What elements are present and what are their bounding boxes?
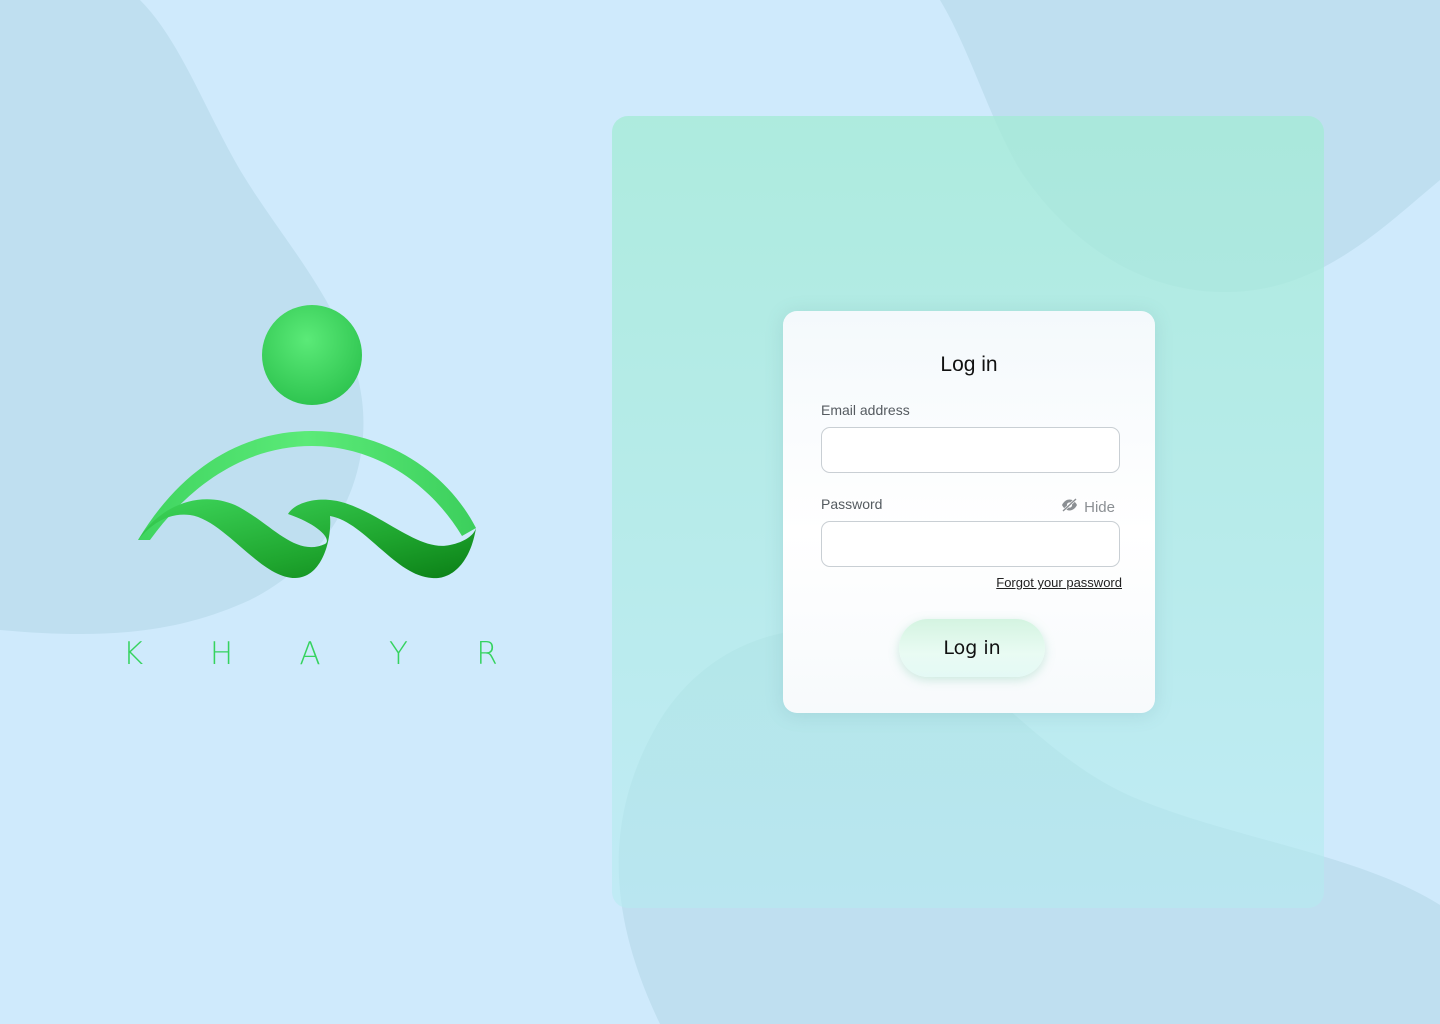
brand-name: K H A Y R (120, 636, 500, 676)
logo-dot (262, 305, 362, 405)
logo-arc (138, 431, 476, 540)
login-page: K H A Y R Log in Email address Password … (0, 0, 1440, 1024)
login-button[interactable]: Log in (899, 619, 1045, 677)
login-card: Log in Email address Password Hide Forgo… (783, 311, 1155, 713)
eye-slash-icon (1061, 498, 1078, 516)
email-label: Email address (821, 402, 910, 418)
brand-letter: K (122, 636, 144, 672)
login-title: Log in (940, 353, 998, 376)
brand-letter: Y (389, 636, 408, 672)
password-visibility-toggle[interactable]: Hide (1061, 498, 1115, 516)
brand-letter: A (299, 636, 321, 672)
password-label: Password (821, 496, 883, 512)
email-field[interactable] (821, 427, 1120, 473)
brand-letter: R (476, 636, 498, 672)
logo-wave (138, 499, 476, 579)
password-field[interactable] (821, 521, 1120, 567)
forgot-password-link[interactable]: Forgot your password (996, 575, 1122, 590)
hide-label: Hide (1084, 498, 1115, 516)
brand-letter: H (209, 636, 234, 672)
